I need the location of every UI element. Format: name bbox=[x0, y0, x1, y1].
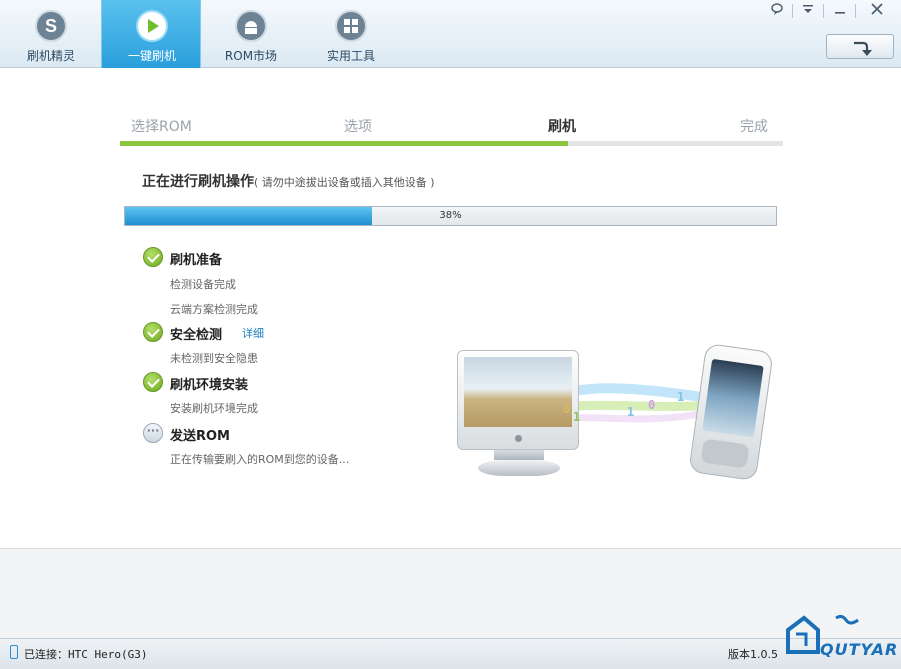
phone-illustration bbox=[688, 342, 774, 482]
tab-label: 刷机精灵 bbox=[26, 49, 75, 63]
task-title: 安全检测 bbox=[170, 328, 223, 343]
check-icon bbox=[143, 372, 163, 392]
redo-button[interactable] bbox=[826, 34, 894, 59]
connection-status: 已连接：HTC Hero(G3) bbox=[24, 648, 148, 661]
tab-flash-wizard[interactable]: S 刷机精灵 bbox=[1, 0, 101, 68]
data-digit: 1 bbox=[627, 405, 635, 419]
operation-title: 正在进行刷机操作( 请勿中途拔出设备或插入其他设备 ) bbox=[142, 171, 435, 191]
step-select-rom: 选择ROM bbox=[131, 119, 192, 135]
tab-label: 实用工具 bbox=[326, 49, 375, 63]
divider bbox=[792, 4, 793, 18]
play-icon bbox=[136, 10, 168, 42]
tab-label: 一键刷机 bbox=[127, 49, 176, 63]
bottom-panel bbox=[0, 548, 901, 638]
divider bbox=[823, 4, 824, 18]
task-title: 刷机环境安装 bbox=[170, 378, 249, 393]
task-detail: 安装刷机环境完成 bbox=[170, 402, 258, 415]
step-track-fill bbox=[120, 141, 568, 146]
phone-screen bbox=[702, 358, 764, 438]
task-title: 发送ROM bbox=[170, 429, 230, 444]
task-detail: 检测设备完成 bbox=[170, 278, 236, 291]
version-label: 版本1.0.5 bbox=[728, 648, 778, 661]
monitor-stand bbox=[494, 450, 544, 460]
computer-illustration bbox=[457, 350, 579, 450]
tab-label: ROM市场 bbox=[224, 49, 278, 63]
pending-icon: ··· bbox=[143, 423, 163, 443]
android-icon bbox=[235, 10, 267, 42]
task-detail: 云端方案检测完成 bbox=[170, 303, 258, 316]
phone-keypad bbox=[700, 438, 750, 469]
step-options: 选项 bbox=[344, 119, 372, 135]
s-logo-icon: S bbox=[35, 10, 67, 42]
watermark-text: QUTYAR bbox=[820, 640, 899, 659]
flash-progress-bar: 38% bbox=[124, 206, 777, 226]
operation-title-text: 正在进行刷机操作 bbox=[142, 174, 254, 190]
menu-icon[interactable] bbox=[796, 2, 820, 20]
feedback-icon[interactable] bbox=[765, 2, 789, 20]
operation-hint: ( 请勿中途拔出设备或插入其他设备 ) bbox=[254, 176, 435, 189]
check-icon bbox=[143, 247, 163, 267]
phone-connected-icon bbox=[10, 645, 18, 659]
task-detail: 正在传输要刷入的ROM到您的设备... bbox=[170, 453, 350, 466]
monitor-button bbox=[515, 435, 522, 442]
monitor-base bbox=[478, 460, 560, 476]
tab-one-click-flash[interactable]: 一键刷机 bbox=[101, 0, 201, 68]
step-complete: 完成 bbox=[740, 119, 768, 135]
divider bbox=[855, 4, 856, 18]
grid-icon bbox=[335, 10, 367, 42]
data-digit: 1 bbox=[677, 390, 685, 404]
monitor-screen bbox=[464, 357, 572, 427]
tab-rom-market[interactable]: ROM市场 bbox=[201, 0, 301, 68]
tab-utilities[interactable]: 实用工具 bbox=[301, 0, 401, 68]
redo-arrow-icon bbox=[854, 41, 872, 56]
step-flash: 刷机 bbox=[548, 119, 576, 135]
data-digit: 0 bbox=[563, 402, 571, 416]
minimize-icon[interactable] bbox=[828, 2, 852, 20]
progress-label: 38% bbox=[439, 210, 462, 221]
close-icon[interactable] bbox=[865, 2, 889, 20]
data-digit: 1 bbox=[573, 410, 581, 424]
security-detail-link[interactable]: 详细 bbox=[242, 325, 264, 341]
svg-text:S: S bbox=[45, 16, 57, 36]
check-icon bbox=[143, 322, 163, 342]
task-detail: 未检测到安全隐患 bbox=[170, 352, 258, 365]
data-digit: 0 bbox=[648, 398, 656, 412]
step-track bbox=[120, 141, 783, 146]
top-toolbar: S 刷机精灵 一键刷机 ROM市场 实用工具 bbox=[0, 0, 901, 68]
task-title: 刷机准备 bbox=[170, 253, 223, 268]
